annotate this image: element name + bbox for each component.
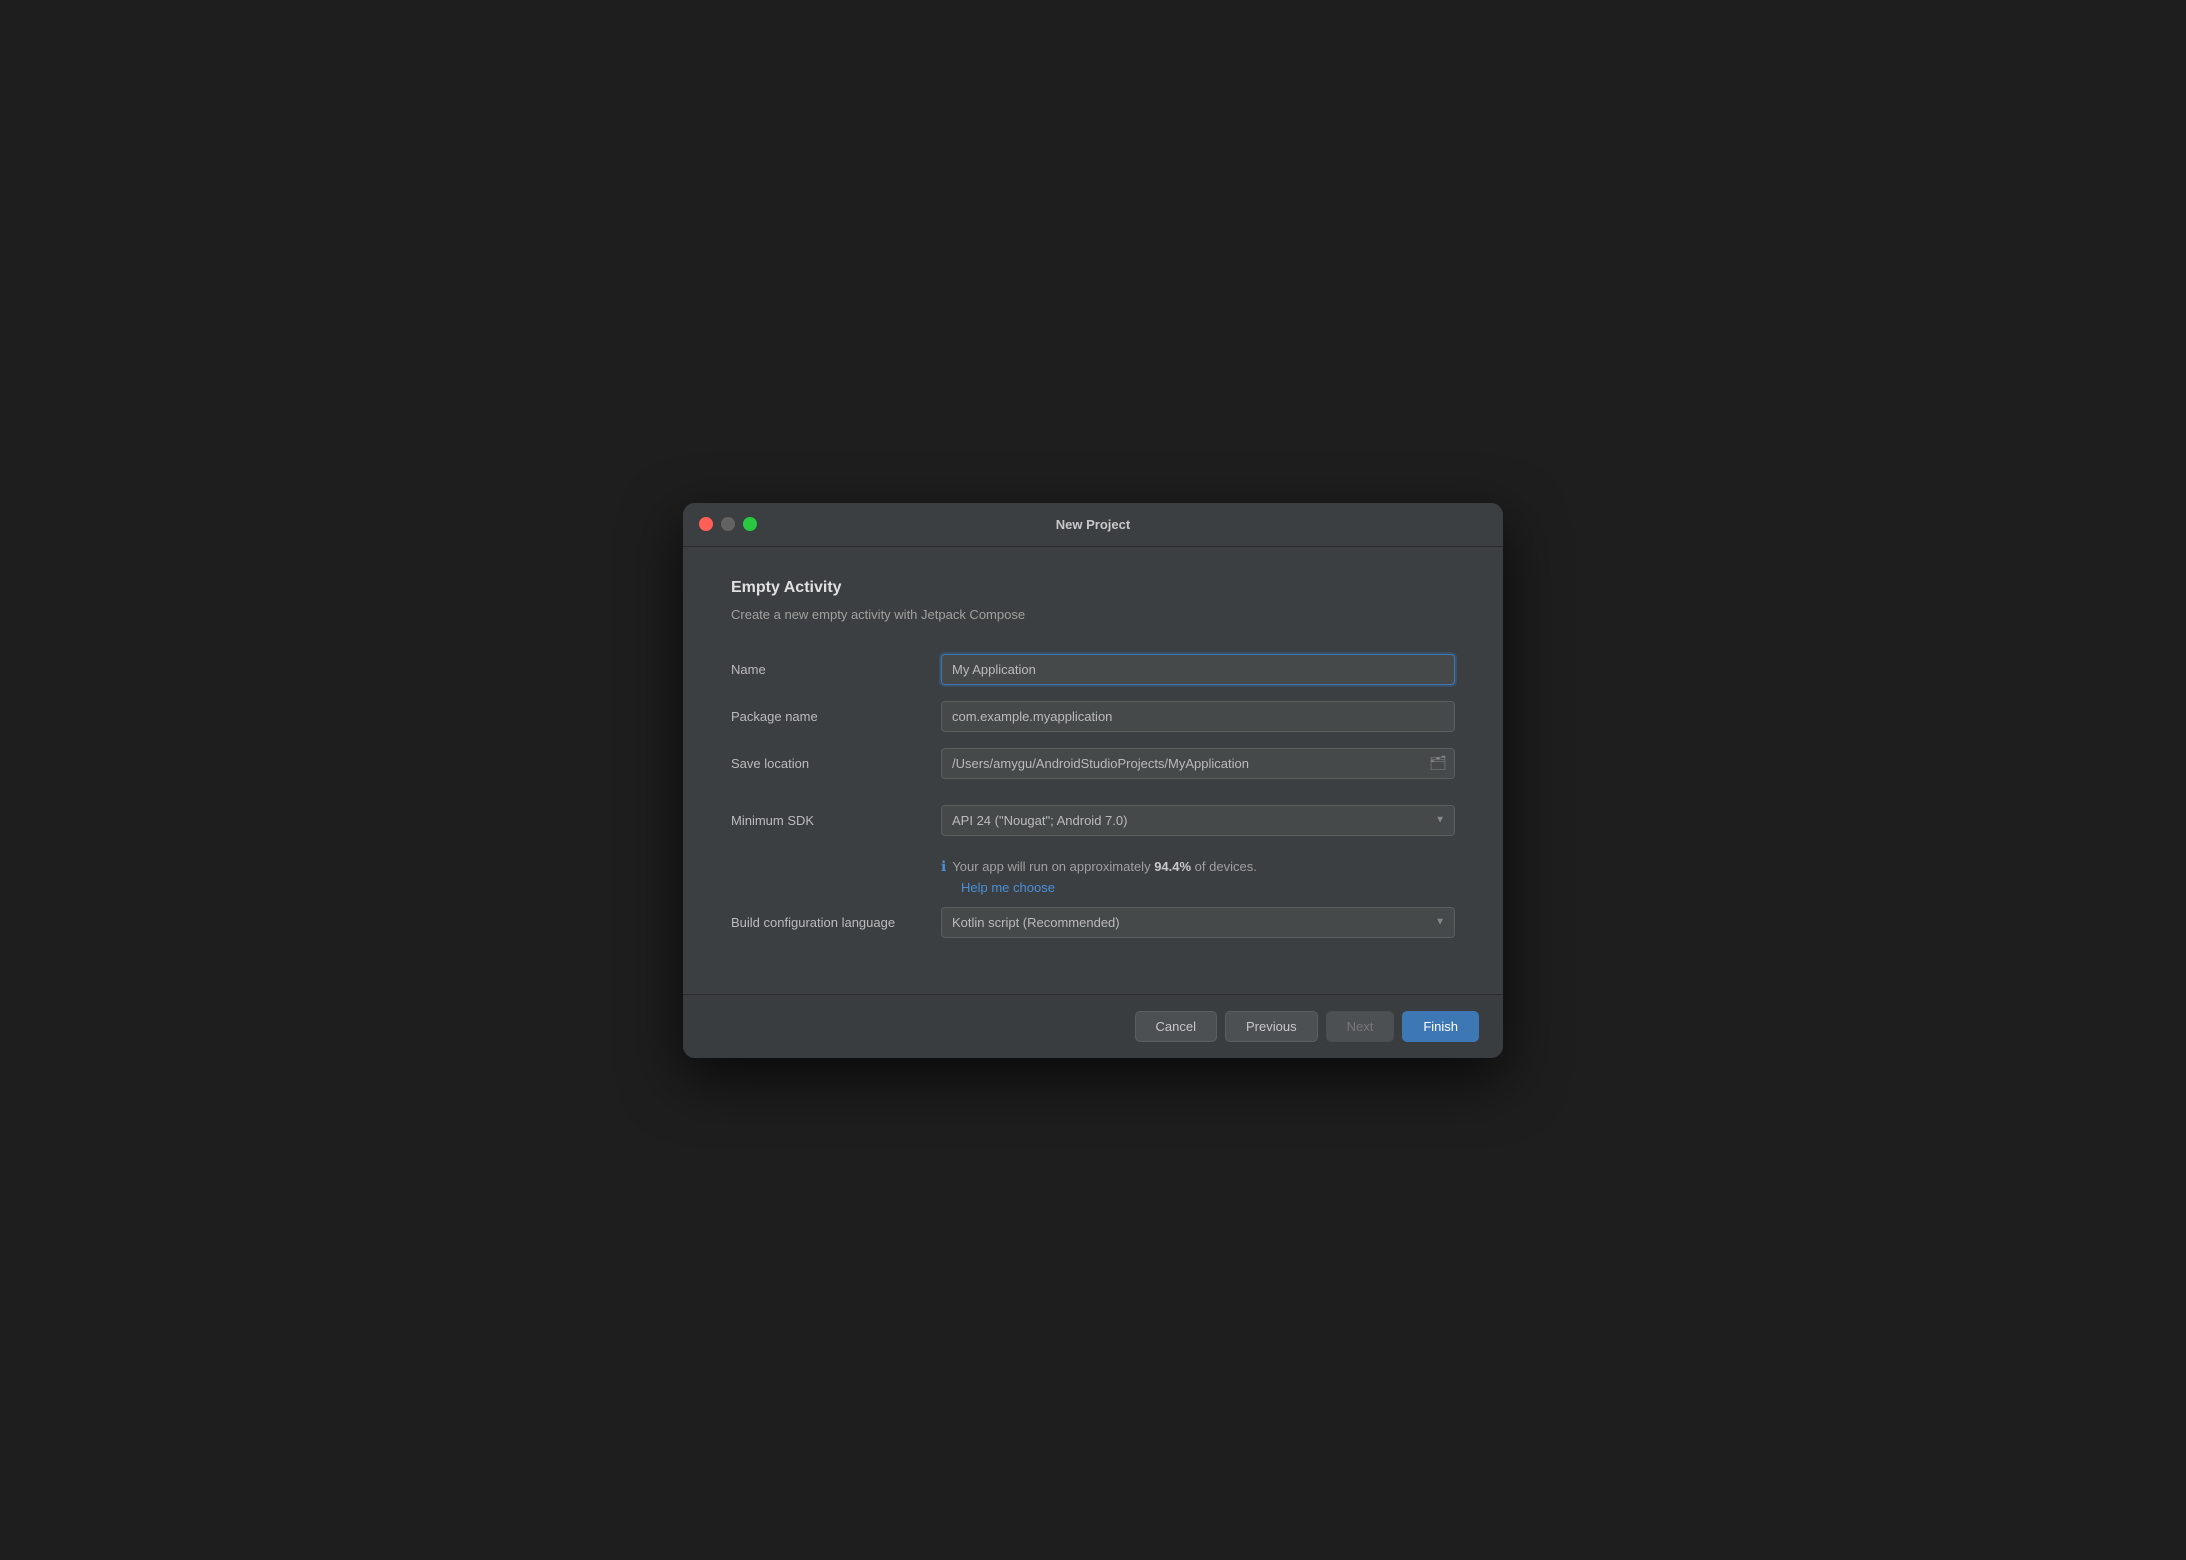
package-label: Package name bbox=[731, 709, 941, 724]
folder-icon[interactable]: 🗂 bbox=[1429, 755, 1447, 772]
name-input[interactable] bbox=[941, 654, 1455, 685]
dialog-heading: Empty Activity bbox=[731, 579, 1455, 597]
close-button[interactable] bbox=[699, 517, 713, 531]
finish-button[interactable]: Finish bbox=[1402, 1011, 1479, 1042]
minimum-sdk-select[interactable]: API 24 ("Nougat"; Android 7.0) API 21 ("… bbox=[941, 805, 1455, 836]
traffic-lights bbox=[699, 517, 757, 531]
sdk-percentage: 94.4% bbox=[1154, 859, 1191, 874]
save-location-row: Save location 🗂 bbox=[731, 748, 1455, 779]
package-input[interactable] bbox=[941, 701, 1455, 732]
save-location-label: Save location bbox=[731, 756, 941, 771]
help-me-choose-link[interactable]: Help me choose bbox=[961, 880, 1055, 895]
cancel-button[interactable]: Cancel bbox=[1135, 1011, 1217, 1042]
form: Name Package name Save location 🗂 bbox=[731, 654, 1455, 954]
next-button[interactable]: Next bbox=[1326, 1011, 1395, 1042]
new-project-dialog: New Project Empty Activity Create a new … bbox=[683, 503, 1503, 1058]
minimum-sdk-label: Minimum SDK bbox=[731, 813, 941, 828]
save-location-input[interactable] bbox=[941, 748, 1455, 779]
previous-button[interactable]: Previous bbox=[1225, 1011, 1318, 1042]
build-config-row: Build configuration language Kotlin scri… bbox=[731, 907, 1455, 938]
minimum-sdk-field: API 24 ("Nougat"; Android 7.0) API 21 ("… bbox=[941, 805, 1455, 836]
minimum-sdk-row: Minimum SDK API 24 ("Nougat"; Android 7.… bbox=[731, 805, 1455, 836]
name-label: Name bbox=[731, 662, 941, 677]
build-config-field: Kotlin script (Recommended) Groovy DSL ▼ bbox=[941, 907, 1455, 938]
dialog-content: Empty Activity Create a new empty activi… bbox=[683, 547, 1503, 954]
window-title: New Project bbox=[1056, 517, 1130, 532]
name-field bbox=[941, 654, 1455, 685]
info-icon: ℹ bbox=[941, 858, 946, 875]
sdk-info: ℹ Your app will run on approximately 94.… bbox=[941, 858, 1455, 897]
titlebar: New Project bbox=[683, 503, 1503, 547]
sdk-info-line: ℹ Your app will run on approximately 94.… bbox=[941, 858, 1455, 875]
name-row: Name bbox=[731, 654, 1455, 685]
save-location-field: 🗂 bbox=[941, 748, 1455, 779]
dialog-subtitle: Create a new empty activity with Jetpack… bbox=[731, 607, 1455, 622]
package-row: Package name bbox=[731, 701, 1455, 732]
build-config-select[interactable]: Kotlin script (Recommended) Groovy DSL bbox=[941, 907, 1455, 938]
minimize-button[interactable] bbox=[721, 517, 735, 531]
package-field bbox=[941, 701, 1455, 732]
maximize-button[interactable] bbox=[743, 517, 757, 531]
sdk-info-text: Your app will run on approximately 94.4%… bbox=[952, 859, 1257, 874]
dialog-footer: Cancel Previous Next Finish bbox=[683, 994, 1503, 1058]
build-config-label: Build configuration language bbox=[731, 915, 941, 930]
